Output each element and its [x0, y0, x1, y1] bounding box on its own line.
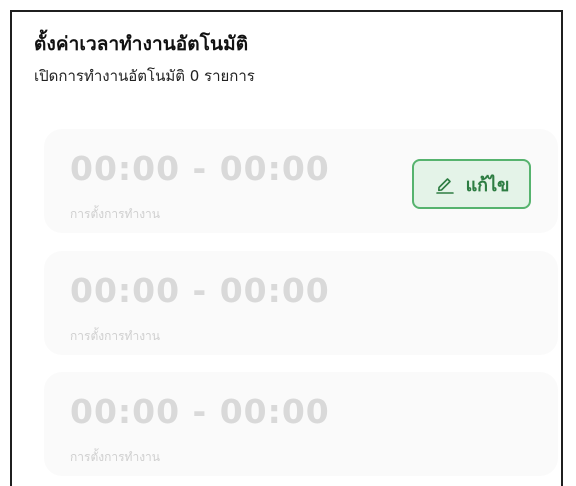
- pencil-icon: [434, 173, 456, 195]
- schedule-card-3: 00:00 - 00:00 การตั้งการทำงาน: [44, 372, 558, 476]
- schedule-label: การตั้งการทำงาน: [70, 329, 160, 343]
- schedule-time-range: 00:00 - 00:00: [70, 271, 330, 310]
- panel-title: ตั้งค่าเวลาทำงานอัตโนมัติ: [34, 33, 249, 55]
- schedule-label: การตั้งการทำงาน: [70, 207, 160, 221]
- panel-subtitle: เปิดการทำงานอัตโนมัติ 0 รายการ: [34, 67, 255, 85]
- schedule-time-range: 00:00 - 00:00: [70, 149, 330, 188]
- edit-button-label: แก้ไข: [465, 174, 510, 196]
- schedule-time-range: 00:00 - 00:00: [70, 392, 330, 431]
- edit-button[interactable]: แก้ไข: [412, 159, 531, 209]
- schedule-label: การตั้งการทำงาน: [70, 450, 160, 464]
- panel-header: ตั้งค่าเวลาทำงานอัตโนมัติ เปิดการทำงานอั…: [34, 30, 556, 88]
- schedule-card-2: 00:00 - 00:00 การตั้งการทำงาน: [44, 251, 558, 355]
